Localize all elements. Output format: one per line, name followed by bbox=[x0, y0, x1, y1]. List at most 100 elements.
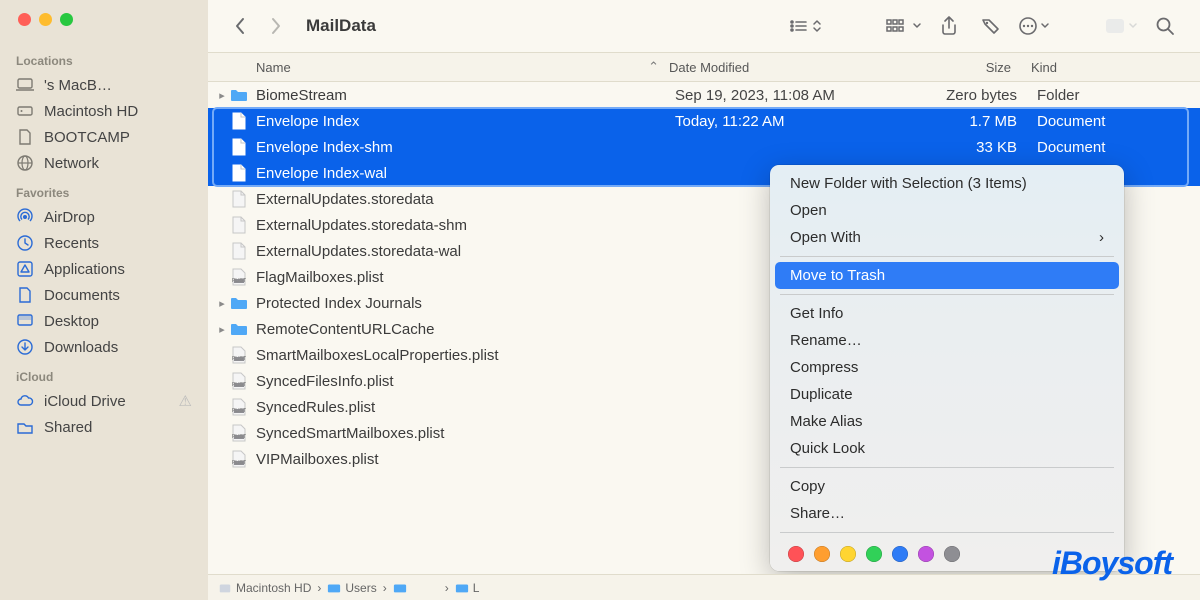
unknown-toolbar-button[interactable] bbox=[1104, 16, 1138, 36]
sidebar-item-network[interactable]: Network bbox=[0, 150, 208, 176]
sidebar-item-label: iCloud Drive bbox=[44, 393, 126, 410]
sidebar-item-macintosh-hd[interactable]: Macintosh HD bbox=[0, 98, 208, 124]
menu-item-compress[interactable]: Compress bbox=[770, 354, 1124, 381]
sidebar-item-label: Documents bbox=[44, 287, 120, 304]
menu-item-duplicate[interactable]: Duplicate bbox=[770, 381, 1124, 408]
plist-icon: PLIST bbox=[228, 448, 250, 470]
finder-window: Locations 's MacB…Macintosh HDBOOTCAMPNe… bbox=[0, 0, 1200, 600]
chevron-updown-icon bbox=[812, 18, 822, 34]
svg-text:PLIST: PLIST bbox=[232, 460, 246, 466]
view-mode-button[interactable] bbox=[788, 18, 822, 34]
file-name: Envelope Index bbox=[256, 113, 675, 130]
minimize-window-button[interactable] bbox=[39, 13, 52, 26]
column-header-size[interactable]: Size bbox=[905, 60, 1025, 75]
globe-icon bbox=[16, 154, 34, 172]
file-name: Envelope Index-wal bbox=[256, 165, 675, 182]
sidebar-item-downloads[interactable]: Downloads bbox=[0, 334, 208, 360]
sidebar-item-airdrop[interactable]: AirDrop bbox=[0, 204, 208, 230]
menu-item-share-[interactable]: Share… bbox=[770, 500, 1124, 527]
menu-separator bbox=[780, 467, 1114, 468]
tag-color-dot[interactable] bbox=[788, 546, 804, 562]
menu-item-rename-[interactable]: Rename… bbox=[770, 327, 1124, 354]
zoom-window-button[interactable] bbox=[60, 13, 73, 26]
tag-color-dot[interactable] bbox=[944, 546, 960, 562]
column-header-date[interactable]: Date Modified bbox=[669, 60, 905, 75]
sidebar-item-desktop[interactable]: Desktop bbox=[0, 308, 208, 334]
disclosure-triangle[interactable]: ▸ bbox=[208, 89, 228, 102]
close-window-button[interactable] bbox=[18, 13, 31, 26]
path-crumb-library[interactable]: L bbox=[455, 581, 480, 595]
download-icon bbox=[16, 338, 34, 356]
file-kind: Folder bbox=[1031, 87, 1200, 104]
share-button[interactable] bbox=[934, 14, 964, 38]
back-button[interactable] bbox=[228, 14, 252, 38]
menu-item-make-alias[interactable]: Make Alias bbox=[770, 408, 1124, 435]
menu-item-label: Get Info bbox=[790, 305, 843, 322]
folder-icon bbox=[228, 84, 250, 106]
path-crumb-user[interactable] bbox=[393, 581, 439, 595]
menu-separator bbox=[780, 256, 1114, 257]
file-row[interactable]: Envelope IndexToday, 11:22 AM1.7 MBDocum… bbox=[208, 108, 1200, 134]
plist-icon: PLIST bbox=[228, 422, 250, 444]
group-by-button[interactable] bbox=[886, 18, 922, 34]
plist-icon: PLIST bbox=[228, 370, 250, 392]
plist-icon: PLIST bbox=[228, 344, 250, 366]
file-name: SyncedSmartMailboxes.plist bbox=[256, 425, 675, 442]
sidebar-item--s-macb-[interactable]: 's MacB… bbox=[0, 72, 208, 98]
doc-icon bbox=[228, 240, 250, 262]
menu-item-copy[interactable]: Copy bbox=[770, 473, 1124, 500]
path-crumb-root[interactable]: Macintosh HD bbox=[218, 581, 311, 595]
tag-color-dot[interactable] bbox=[866, 546, 882, 562]
file-name: SmartMailboxesLocalProperties.plist bbox=[256, 347, 675, 364]
tag-color-dot[interactable] bbox=[814, 546, 830, 562]
path-crumb-users[interactable]: Users bbox=[327, 581, 376, 595]
forward-button[interactable] bbox=[264, 14, 288, 38]
sidebar-item-documents[interactable]: Documents bbox=[0, 282, 208, 308]
tag-color-dot[interactable] bbox=[892, 546, 908, 562]
menu-item-label: Make Alias bbox=[790, 413, 863, 430]
file-date: Today, 11:22 AM bbox=[675, 113, 911, 130]
menu-item-open-with[interactable]: Open With› bbox=[770, 224, 1124, 251]
menu-item-label: Move to Trash bbox=[790, 267, 885, 284]
cloud-icon bbox=[16, 392, 34, 410]
file-row[interactable]: Envelope Index-shm33 KBDocument bbox=[208, 134, 1200, 160]
tags-button[interactable] bbox=[976, 14, 1006, 38]
search-button[interactable] bbox=[1150, 14, 1180, 38]
file-name: RemoteContentURLCache bbox=[256, 321, 675, 338]
disclosure-triangle[interactable]: ▸ bbox=[208, 297, 228, 310]
svg-text:PLIST: PLIST bbox=[232, 408, 246, 414]
window-traffic-lights bbox=[0, 10, 208, 44]
tag-color-dot[interactable] bbox=[918, 546, 934, 562]
menu-item-get-info[interactable]: Get Info bbox=[770, 300, 1124, 327]
folder-icon bbox=[228, 318, 250, 340]
sidebar-item-label: Downloads bbox=[44, 339, 118, 356]
file-name: Protected Index Journals bbox=[256, 295, 675, 312]
sidebar-item-icloud-drive[interactable]: iCloud Drive⚠︎ bbox=[0, 388, 208, 414]
sidebar-item-label: Desktop bbox=[44, 313, 99, 330]
sidebar-item-recents[interactable]: Recents bbox=[0, 230, 208, 256]
menu-item-new-folder-with-selection-items-[interactable]: New Folder with Selection (3 Items) bbox=[770, 170, 1124, 197]
svg-text:PLIST: PLIST bbox=[232, 434, 246, 440]
menu-item-label: Copy bbox=[790, 478, 825, 495]
laptop-icon bbox=[16, 76, 34, 94]
column-header-name[interactable]: Name⌃ bbox=[208, 59, 669, 75]
file-name: SyncedFilesInfo.plist bbox=[256, 373, 675, 390]
doc-icon bbox=[228, 110, 250, 132]
file-row[interactable]: ▸BiomeStreamSep 19, 2023, 11:08 AMZero b… bbox=[208, 82, 1200, 108]
disclosure-triangle[interactable]: ▸ bbox=[208, 323, 228, 336]
sidebar-heading: Locations bbox=[0, 44, 208, 72]
sidebar-item-bootcamp[interactable]: BOOTCAMP bbox=[0, 124, 208, 150]
menu-item-label: Share… bbox=[790, 505, 845, 522]
action-button[interactable] bbox=[1018, 16, 1050, 36]
menu-item-open[interactable]: Open bbox=[770, 197, 1124, 224]
sidebar-item-applications[interactable]: Applications bbox=[0, 256, 208, 282]
chevron-down-icon bbox=[1128, 18, 1138, 34]
menu-item-move-to-trash[interactable]: Move to Trash bbox=[775, 262, 1119, 289]
menu-item-quick-look[interactable]: Quick Look bbox=[770, 435, 1124, 462]
sidebar-heading: iCloud bbox=[0, 360, 208, 388]
tag-color-dot[interactable] bbox=[840, 546, 856, 562]
sidebar-item-shared[interactable]: Shared bbox=[0, 414, 208, 440]
svg-text:PLIST: PLIST bbox=[232, 356, 246, 362]
column-header-kind[interactable]: Kind bbox=[1025, 60, 1200, 75]
file-size: 33 KB bbox=[911, 139, 1031, 156]
